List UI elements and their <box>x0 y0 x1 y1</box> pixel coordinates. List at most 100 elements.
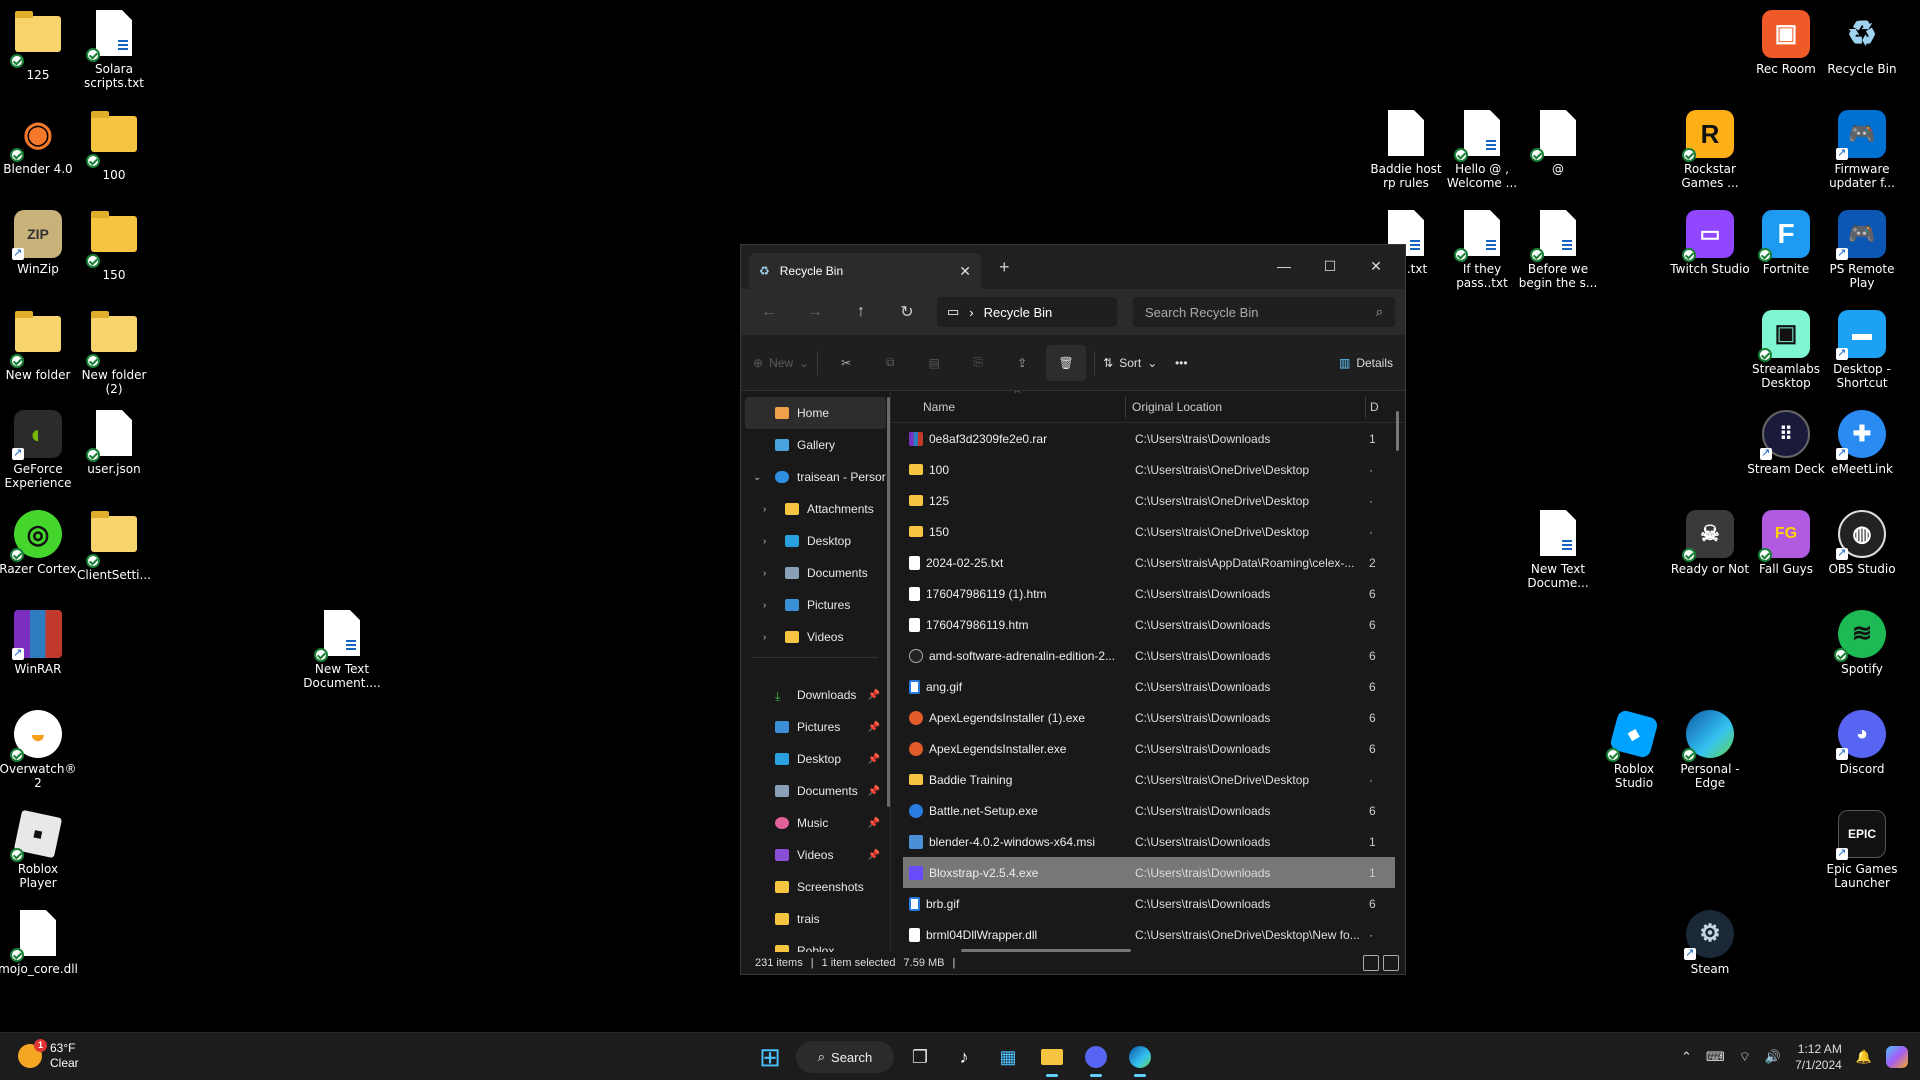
search-input[interactable]: Search Recycle Bin ⌕ <box>1133 297 1395 327</box>
up-arrow-icon[interactable]: ↑ <box>841 296 881 328</box>
desktop-icon-winrar[interactable]: WinRAR <box>0 606 78 676</box>
desktop-icon-clientsettings[interactable]: ClientSetti... <box>74 506 154 582</box>
nav-item-roblox[interactable]: Roblox <box>745 935 886 952</box>
file-row[interactable]: amd-software-adrenalin-edition-2... C:\Us… <box>891 640 1405 671</box>
maximize-button[interactable]: ☐ <box>1307 251 1353 281</box>
desktop-icon-new-text-document-right[interactable]: New Text Docume... <box>1518 506 1598 590</box>
delete-button[interactable]: 🗑 <box>1046 344 1087 381</box>
pin-icon[interactable]: 📌 <box>868 850 880 861</box>
close-button[interactable]: ✕ <box>1353 251 1399 281</box>
desktop-icon-new-text-document[interactable]: New Text Document.... <box>302 606 382 690</box>
column-location-header[interactable]: Original Location <box>1125 395 1365 418</box>
desktop-icon-ps-remote-play[interactable]: 🎮 PS Remote Play <box>1822 206 1902 290</box>
sort-button[interactable]: ⇅ Sort ⌄ <box>1103 345 1157 381</box>
desktop-icon-firmware-updater[interactable]: 🎮 Firmware updater f... <box>1822 106 1902 190</box>
nav-item-pictures-quick[interactable]: Pictures 📌 <box>745 711 886 743</box>
desktop-icon-winzip[interactable]: ZIP WinZip <box>0 206 78 276</box>
new-tab-button[interactable]: + <box>999 257 1010 278</box>
column-date-header[interactable]: D <box>1365 395 1379 418</box>
discord-taskbar-button[interactable] <box>1078 1039 1114 1077</box>
desktop-icon-125[interactable]: 125 <box>0 6 78 82</box>
tiktok-taskbar-button[interactable]: ♪ <box>946 1039 982 1075</box>
pin-icon[interactable]: 📌 <box>868 818 880 829</box>
desktop-icon-recycle-bin[interactable]: ♻ Recycle Bin <box>1822 6 1902 76</box>
nav-item-trais[interactable]: trais <box>745 903 886 935</box>
file-row[interactable]: Baddie Training C:\Users\trais\OneDrive\D… <box>891 764 1405 795</box>
nav-item-music[interactable]: Music 📌 <box>745 807 886 839</box>
chevron-right-icon[interactable]: › <box>763 568 766 579</box>
volume-icon[interactable]: 🔊 <box>1765 1049 1781 1065</box>
pin-icon[interactable]: 📌 <box>868 722 880 733</box>
clock[interactable]: 1:12 AM 7/1/2024 <box>1795 1041 1842 1073</box>
nav-item-pictures[interactable]: › Pictures <box>745 589 886 621</box>
desktop-icon-overwatch[interactable]: ◒ Overwatch® 2 <box>0 706 78 790</box>
desktop-icon-twitch-studio[interactable]: ▭ Twitch Studio <box>1670 206 1750 276</box>
file-row[interactable]: 176047986119.htm C:\Users\trais\Downloads… <box>891 609 1405 640</box>
more-options-button[interactable]: ••• <box>1161 345 1201 381</box>
nav-item-downloads[interactable]: ⤓ Downloads 📌 <box>745 679 886 711</box>
wifi-icon[interactable]: ⌔ <box>1739 1049 1751 1065</box>
desktop-icon-user-json[interactable]: user.json <box>74 406 154 476</box>
desktop-icon-hello-welcome[interactable]: Hello @ , Welcome ... <box>1442 106 1522 190</box>
desktop-icon-150[interactable]: 150 <box>74 206 154 282</box>
file-explorer-taskbar-button[interactable] <box>1034 1039 1070 1077</box>
bell-icon[interactable]: 🔔 <box>1856 1049 1872 1065</box>
file-row[interactable]: ApexLegendsInstaller.exe C:\Users\trais\D… <box>891 733 1405 764</box>
copilot-icon[interactable] <box>1886 1046 1908 1068</box>
desktop-icon-baddie-host[interactable]: Baddie host rp rules <box>1366 106 1446 190</box>
nav-item-desktop[interactable]: › Desktop <box>745 525 886 557</box>
nav-scrollbar[interactable] <box>887 397 890 807</box>
nav-item-gallery[interactable]: Gallery <box>745 429 886 461</box>
share-button[interactable]: ⇪ <box>1002 345 1042 381</box>
task-view-button[interactable]: ❐ <box>902 1039 938 1075</box>
nav-item-documents[interactable]: › Documents <box>745 557 886 589</box>
nav-item-screenshots[interactable]: Screenshots <box>745 871 886 903</box>
file-row[interactable]: Bloxstrap-v2.5.4.exe C:\Users\trais\Downl… <box>903 857 1395 888</box>
tab-recycle-bin[interactable]: ♻ Recycle Bin ✕ <box>749 253 981 289</box>
file-row[interactable]: 125 C:\Users\trais\OneDrive\Desktop · <box>891 485 1405 516</box>
pin-icon[interactable]: 📌 <box>868 690 880 701</box>
file-row[interactable]: Battle.net-Setup.exe C:\Users\trais\Downl… <box>891 795 1405 826</box>
close-tab-icon[interactable]: ✕ <box>959 263 971 280</box>
minimize-button[interactable]: — <box>1261 251 1307 281</box>
desktop-icon-spotify[interactable]: ≋ Spotify <box>1822 606 1902 676</box>
rename-button[interactable]: ⎘ <box>958 345 998 381</box>
pin-icon[interactable]: 📌 <box>868 786 880 797</box>
desktop-icon-fall-guys[interactable]: FG Fall Guys <box>1746 506 1826 576</box>
desktop-icon-100[interactable]: 100 <box>74 106 154 182</box>
desktop-icon-solara-scripts[interactable]: Solara scripts.txt <box>74 6 154 90</box>
desktop-icon-new-folder[interactable]: New folder <box>0 306 78 382</box>
file-row[interactable]: brml04DllWrapper.dll C:\Users\trais\OneDr… <box>891 919 1405 950</box>
edge-taskbar-button[interactable] <box>1122 1039 1158 1077</box>
breadcrumb-item-recycle-bin[interactable]: Recycle Bin <box>984 305 1053 320</box>
file-row[interactable]: brb.gif C:\Users\trais\Downloads 6 <box>891 888 1405 919</box>
desktop-icon-rockstar[interactable]: R Rockstar Games ... <box>1670 106 1750 190</box>
desktop-icon-blender[interactable]: ◉ Blender 4.0 <box>0 106 78 176</box>
chevron-right-icon[interactable]: › <box>763 536 766 547</box>
desktop-icon-emeetlink[interactable]: ✚ eMeetLink <box>1822 406 1902 476</box>
file-row[interactable]: 150 C:\Users\trais\OneDrive\Desktop · <box>891 516 1405 547</box>
nav-item-home[interactable]: Home <box>745 397 886 429</box>
nav-item-desktop-quick[interactable]: Desktop 📌 <box>745 743 886 775</box>
nav-item-attachments[interactable]: › Attachments <box>745 493 886 525</box>
chevron-up-icon[interactable]: ⌃ <box>1681 1049 1692 1065</box>
desktop-icon-desktop-shortcut[interactable]: ▬ Desktop - Shortcut <box>1822 306 1902 390</box>
title-bar[interactable]: ♻ Recycle Bin ✕ + — ☐ ✕ <box>741 245 1405 289</box>
chevron-right-icon[interactable]: › <box>763 504 766 515</box>
desktop-icon-before-we-begin[interactable]: Before we begin the s... <box>1518 206 1598 290</box>
forward-arrow-icon[interactable]: → <box>795 296 835 328</box>
desktop-icon-epic-games[interactable]: EPIC Epic Games Launcher <box>1822 806 1902 890</box>
desktop-icon-roblox-player[interactable]: ■ Roblox Player <box>0 806 78 890</box>
back-arrow-icon[interactable]: ← <box>749 296 789 328</box>
file-row[interactable]: 176047986119 (1).htm C:\Users\trais\Downl… <box>891 578 1405 609</box>
column-name-header[interactable]: Name <box>905 391 1125 414</box>
taskbar-search[interactable]: ⌕ Search <box>796 1041 894 1073</box>
desktop-icon-roblox-studio[interactable]: ◆ Roblox Studio <box>1594 706 1674 790</box>
chevron-right-icon[interactable]: › <box>763 600 766 611</box>
file-row[interactable]: 100 C:\Users\trais\OneDrive\Desktop · <box>891 454 1405 485</box>
file-row[interactable]: 0e8af3d2309fe2e0.rar C:\Users\trais\Downl… <box>891 423 1405 454</box>
pin-icon[interactable]: 📌 <box>868 754 880 765</box>
weather-widget[interactable]: 1 63°F Clear <box>18 1039 79 1071</box>
chevron-down-icon[interactable]: ⌄ <box>753 472 761 483</box>
nav-item-documents-quick[interactable]: Documents 📌 <box>745 775 886 807</box>
